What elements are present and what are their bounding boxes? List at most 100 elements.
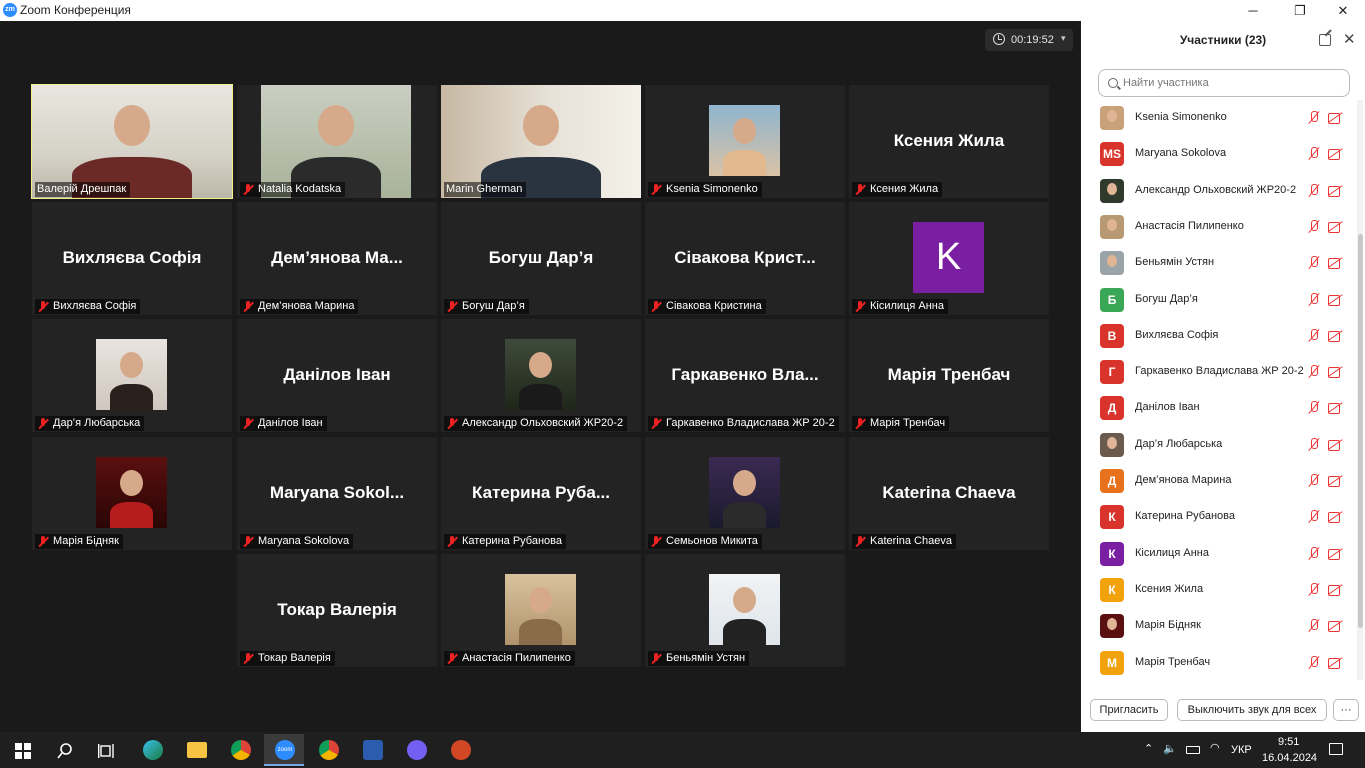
tile-name-label: Токар Валерія	[240, 651, 335, 666]
tile-name-text: Семьонов Микита	[666, 535, 758, 547]
video-tile[interactable]: Marin Gherman	[441, 85, 641, 198]
video-tile[interactable]: Токар Валерія Токар Валерія	[237, 554, 437, 667]
participant-row[interactable]: К Кісилиця Анна	[1081, 536, 1357, 572]
more-options-button[interactable]: ···	[1333, 699, 1359, 721]
tile-name-text: Katerina Chaeva	[870, 535, 952, 547]
participant-search[interactable]	[1098, 69, 1350, 97]
volume-icon[interactable]: 🔈	[1163, 742, 1177, 755]
notifications-icon[interactable]	[1329, 743, 1343, 755]
powerpoint-app[interactable]	[440, 734, 480, 766]
avatar-photo	[1107, 618, 1117, 631]
video-tile[interactable]: Ксения Жила Ксения Жила	[849, 85, 1049, 198]
video-off-icon	[1328, 294, 1343, 306]
meeting-timer[interactable]: 00:19:52 ▾	[985, 29, 1073, 51]
participant-row[interactable]: Д Дем’янова Марина	[1081, 463, 1357, 499]
word-app[interactable]	[352, 734, 392, 766]
zoom-taskbar-app[interactable]: zoom	[264, 734, 304, 766]
participant-row[interactable]: Анастасія Пилипенко	[1081, 209, 1357, 245]
video-tile[interactable]: Katerina Chaeva Katerina Chaeva	[849, 437, 1049, 550]
participant-row[interactable]: В Вихляєва Софія	[1081, 318, 1357, 354]
keyboard-language[interactable]: УКР	[1231, 744, 1252, 756]
participant-name: Беньямін Устян	[1135, 256, 1215, 269]
participant-search-input[interactable]	[1123, 74, 1343, 92]
video-tile[interactable]: Валерій Дрешпак	[31, 84, 233, 199]
maximize-button[interactable]: ❐	[1280, 0, 1320, 21]
participant-name: Богуш Дар’я	[1135, 292, 1198, 305]
participant-row[interactable]: MS Maryana Sokolova	[1081, 136, 1357, 172]
video-tile[interactable]: Марія Бідняк	[32, 437, 232, 550]
search-taskbar-button[interactable]	[44, 734, 84, 766]
video-tile[interactable]: Марія Тренбач Марія Тренбач	[849, 319, 1049, 432]
video-tile[interactable]: Гаркавенко Вла... Гаркавенко Владислава Ж…	[645, 319, 845, 432]
participant-avatar: Д	[1100, 469, 1124, 493]
video-tile[interactable]: Дем’янова Ма... Дем’янова Марина	[237, 202, 437, 315]
participant-name: Данілов Іван	[1135, 401, 1200, 414]
mic-muted-icon	[1307, 655, 1321, 670]
mute-all-button[interactable]: Выключить звук для всех	[1177, 699, 1327, 721]
participant-row[interactable]: Александр Ольховский ЖР20-2	[1081, 173, 1357, 209]
participant-row[interactable]: Марія Бідняк	[1081, 608, 1357, 644]
minimize-button[interactable]: ─	[1233, 0, 1273, 21]
video-tile[interactable]: Natalia Kodatska	[237, 85, 437, 198]
chrome-app[interactable]	[220, 734, 260, 766]
popout-icon[interactable]	[1319, 34, 1331, 46]
mic-muted-icon	[446, 300, 458, 313]
tile-name-text: Maryana Sokolova	[258, 535, 350, 547]
scrollbar-thumb[interactable]	[1358, 234, 1363, 628]
video-tile[interactable]: Maryana Sokol... Maryana Sokolova	[237, 437, 437, 550]
participant-list-scrollbar[interactable]	[1357, 100, 1363, 680]
participant-row[interactable]: Г Гаркавенко Владислава ЖР 20-2	[1081, 354, 1357, 390]
mic-muted-icon	[650, 652, 662, 665]
participant-row[interactable]: Б Богуш Дар’я	[1081, 282, 1357, 318]
chevron-up-icon[interactable]: ⌃	[1144, 742, 1153, 755]
edge-app[interactable]	[132, 734, 172, 766]
clock-date[interactable]: 16.04.2024	[1262, 752, 1317, 764]
close-panel-button[interactable]: ✕	[1343, 30, 1356, 48]
participant-row[interactable]: Д Данілов Іван	[1081, 390, 1357, 426]
start-button[interactable]	[2, 734, 42, 766]
mic-muted-icon	[650, 183, 662, 196]
video-tile[interactable]: Семьонов Микита	[645, 437, 845, 550]
participant-row[interactable]: К Ксения Жила	[1081, 572, 1357, 608]
video-tile[interactable]: Александр Ольховский ЖР20-2	[441, 319, 641, 432]
participant-row[interactable]: К Катерина Рубанова	[1081, 499, 1357, 535]
video-tile[interactable]: Вихляєва Софія Вихляєва Софія	[32, 202, 232, 315]
video-tile[interactable]: Беньямін Устян	[645, 554, 845, 667]
video-tile[interactable]: Ksenia Simonenko	[645, 85, 845, 198]
participants-panel: Участники (23) ✕ Ksenia SimonenkoMSMarya…	[1081, 21, 1365, 732]
explorer-app[interactable]	[176, 734, 216, 766]
task-view-button[interactable]	[86, 734, 126, 766]
person-body	[110, 384, 153, 410]
participant-name: Дар’я Любарська	[1135, 437, 1223, 450]
participant-row[interactable]: М Марія Тренбач	[1081, 645, 1357, 681]
video-tile[interactable]: Сівакова Крист... Сівакова Кристина	[645, 202, 845, 315]
clock-time[interactable]: 9:51	[1278, 736, 1299, 748]
wifi-icon[interactable]: ◠	[1210, 741, 1220, 754]
avatar-photo	[1107, 182, 1117, 195]
avatar-photo	[1107, 218, 1117, 231]
video-tile[interactable]: K Кісилиця Анна	[849, 202, 1049, 315]
search-icon	[57, 743, 72, 759]
close-window-button[interactable]: ✕	[1323, 0, 1363, 21]
mic-muted-icon	[446, 652, 458, 665]
participant-name: Гаркавенко Владислава ЖР 20-2	[1135, 365, 1304, 378]
video-tile[interactable]: Дар’я Любарська	[32, 319, 232, 432]
invite-button[interactable]: Пригласить	[1090, 699, 1168, 721]
video-tile[interactable]: Богуш Дар’я Богуш Дар’я	[441, 202, 641, 315]
viber-app[interactable]	[396, 734, 436, 766]
battery-icon[interactable]	[1186, 746, 1200, 754]
tile-name-label: Кісилиця Анна	[852, 299, 948, 314]
chrome-profile-app[interactable]	[308, 734, 348, 766]
chrome-icon	[319, 740, 339, 760]
participant-row[interactable]: Беньямін Устян	[1081, 245, 1357, 281]
video-tile[interactable]: Анастасія Пилипенко	[441, 554, 641, 667]
participant-row[interactable]: Дар’я Любарська	[1081, 427, 1357, 463]
video-tile[interactable]: Катерина Руба... Катерина Рубанова	[441, 437, 641, 550]
participant-row[interactable]: Ksenia Simonenko	[1081, 100, 1357, 136]
video-tile[interactable]: Данілов Іван Данілов Іван	[237, 319, 437, 432]
person-head	[318, 105, 354, 146]
video-gallery: 00:19:52 ▾ Валерій Дрешпак Natalia Kodats…	[0, 21, 1081, 732]
participant-avatar: К	[1100, 505, 1124, 530]
mic-muted-icon	[446, 535, 458, 548]
viber-icon	[407, 740, 427, 760]
